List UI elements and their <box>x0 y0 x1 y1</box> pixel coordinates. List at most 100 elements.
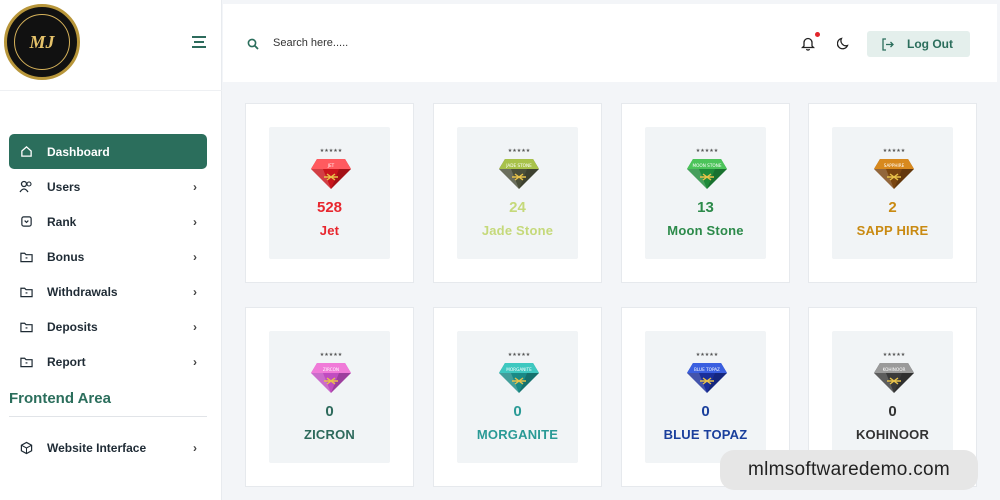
menu-toggle-icon[interactable] <box>192 36 206 48</box>
sidebar-item-label: Website Interface <box>47 440 147 455</box>
rank-name: MORGANITE <box>476 427 559 442</box>
rank-card-body: ★★★★★ BLUE TOPAZ 0 BLUE TOPAZ <box>645 331 766 463</box>
topbar: Search here..... Log Out <box>223 4 997 82</box>
chevron-right-icon: › <box>193 354 197 369</box>
rank-card[interactable]: ★★★★★ ZIRCON 0 ZICRON <box>245 307 414 487</box>
svg-text:★★★★★: ★★★★★ <box>696 352 719 358</box>
folder-icon <box>19 320 33 334</box>
rank-name: Jade Stone <box>481 223 554 238</box>
frontend-nav: Website Interface › <box>9 430 207 465</box>
folder-icon <box>19 285 33 299</box>
rank-name: SAPP HIRE <box>856 223 929 238</box>
sidebar-item-label: Deposits <box>47 319 98 334</box>
gem-icon: ★★★★★ SAPPHIRE <box>874 148 914 189</box>
gem-label: KOHINOOR <box>883 367 906 372</box>
sidebar-item-dashboard[interactable]: Dashboard <box>9 134 207 169</box>
rank-card-body: ★★★★★ KOHINOOR 0 KOHINOOR <box>832 331 953 463</box>
rank-count: 2 <box>888 199 897 216</box>
folder-icon <box>19 355 33 369</box>
logo-monogram: MJ <box>14 14 70 70</box>
rank-card[interactable]: ★★★★★ JADE STONE 24 Jade Stone <box>433 103 602 283</box>
gem-icon: ★★★★★ BLUE TOPAZ <box>687 352 727 393</box>
rank-card-body: ★★★★★ JADE STONE 24 Jade Stone <box>457 127 578 259</box>
search-icon[interactable] <box>247 37 259 55</box>
sidebar-item-label: Bonus <box>47 249 85 264</box>
logout-icon <box>882 37 894 51</box>
sidebar-item-deposits[interactable]: Deposits › <box>9 309 207 344</box>
gem-icon: ★★★★★ ZIRCON <box>311 352 351 393</box>
watermark: mlmsoftwaredemo.com <box>720 450 978 490</box>
sidebar-divider <box>0 90 222 91</box>
sidebar-item-label: Dashboard <box>47 144 110 159</box>
sidebar-item-rank[interactable]: Rank › <box>9 204 207 239</box>
logout-button[interactable]: Log Out <box>867 31 970 57</box>
brand-logo[interactable]: MJ <box>4 4 80 80</box>
sidebar-item-website-interface[interactable]: Website Interface › <box>9 430 207 465</box>
sidebar-item-label: Users <box>47 179 81 194</box>
rank-count: 13 <box>697 199 714 216</box>
sidebar-item-bonus[interactable]: Bonus › <box>9 239 207 274</box>
rank-name: BLUE TOPAZ <box>663 427 748 442</box>
svg-text:★★★★★: ★★★★★ <box>320 148 343 154</box>
svg-text:★★★★★: ★★★★★ <box>320 352 343 358</box>
gem-label: JADE STONE <box>505 163 532 168</box>
svg-text:★★★★★: ★★★★★ <box>883 148 906 154</box>
gem-label: MOON STONE <box>693 163 722 168</box>
svg-text:★★★★★: ★★★★★ <box>883 352 906 358</box>
svg-text:★★★★★: ★★★★★ <box>508 352 531 358</box>
rank-card[interactable]: ★★★★★ SAPPHIRE 2 SAPP HIRE <box>808 103 977 283</box>
rank-count: 0 <box>888 403 897 420</box>
rank-card[interactable]: ★★★★★ JET 528 Jet <box>245 103 414 283</box>
cube-icon <box>19 441 33 455</box>
sidebar-item-label: Report <box>47 354 86 369</box>
svg-text:★★★★★: ★★★★★ <box>696 148 719 154</box>
rank-card-body: ★★★★★ MORGANITE 0 MORGANITE <box>457 331 578 463</box>
rank-count: 0 <box>701 403 710 420</box>
rank-name: KOHINOOR <box>855 427 930 442</box>
frontend-area-heading: Frontend Area <box>9 390 111 407</box>
rank-card-body: ★★★★★ ZIRCON 0 ZICRON <box>269 331 390 463</box>
gem-label: BLUE TOPAZ <box>694 367 720 372</box>
sidebar-item-label: Rank <box>47 214 77 229</box>
rank-count: 0 <box>325 403 334 420</box>
rank-count: 24 <box>509 199 526 216</box>
dark-mode-moon-icon[interactable] <box>836 36 851 55</box>
search-input[interactable]: Search here..... <box>273 37 348 49</box>
chevron-right-icon: › <box>193 179 197 194</box>
chevron-right-icon: › <box>193 440 197 455</box>
sidebar-item-users[interactable]: Users › <box>9 169 207 204</box>
notification-badge <box>815 32 820 37</box>
home-icon <box>19 145 33 159</box>
gem-icon: ★★★★★ JET <box>311 148 351 189</box>
chevron-right-icon: › <box>193 249 197 264</box>
logout-label: Log Out <box>907 37 953 51</box>
svg-text:★★★★★: ★★★★★ <box>508 148 531 154</box>
sidebar-item-report[interactable]: Report › <box>9 344 207 379</box>
folder-icon <box>19 250 33 264</box>
users-icon <box>19 180 33 194</box>
rank-count: 528 <box>316 199 343 216</box>
gem-icon: ★★★★★ MOON STONE <box>687 148 727 189</box>
chevron-right-icon: › <box>193 214 197 229</box>
notification-bell-icon[interactable] <box>800 36 816 56</box>
sidebar: MJ Dashboard Users › Rank › Bonus › With… <box>0 0 222 500</box>
sidebar-divider <box>9 416 207 417</box>
rank-name: ZICRON <box>303 427 356 442</box>
rank-count: 0 <box>513 403 522 420</box>
sidebar-item-withdrawals[interactable]: Withdrawals › <box>9 274 207 309</box>
gem-icon: ★★★★★ KOHINOOR <box>874 352 914 393</box>
chevron-right-icon: › <box>193 284 197 299</box>
gem-label: SAPPHIRE <box>884 163 905 168</box>
rank-icon <box>19 215 33 229</box>
gem-label: MORGANITE <box>506 367 532 372</box>
chevron-right-icon: › <box>193 319 197 334</box>
gem-label: ZIRCON <box>323 367 339 372</box>
sidebar-nav: Dashboard Users › Rank › Bonus › Withdra… <box>9 134 207 379</box>
rank-name: Jet <box>319 223 340 238</box>
gem-icon: ★★★★★ MORGANITE <box>499 352 539 393</box>
rank-card[interactable]: ★★★★★ MOON STONE 13 Moon Stone <box>621 103 790 283</box>
rank-card[interactable]: ★★★★★ MORGANITE 0 MORGANITE <box>433 307 602 487</box>
gem-icon: ★★★★★ JADE STONE <box>499 148 539 189</box>
sidebar-item-label: Withdrawals <box>47 284 118 299</box>
rank-name: Moon Stone <box>667 223 744 238</box>
